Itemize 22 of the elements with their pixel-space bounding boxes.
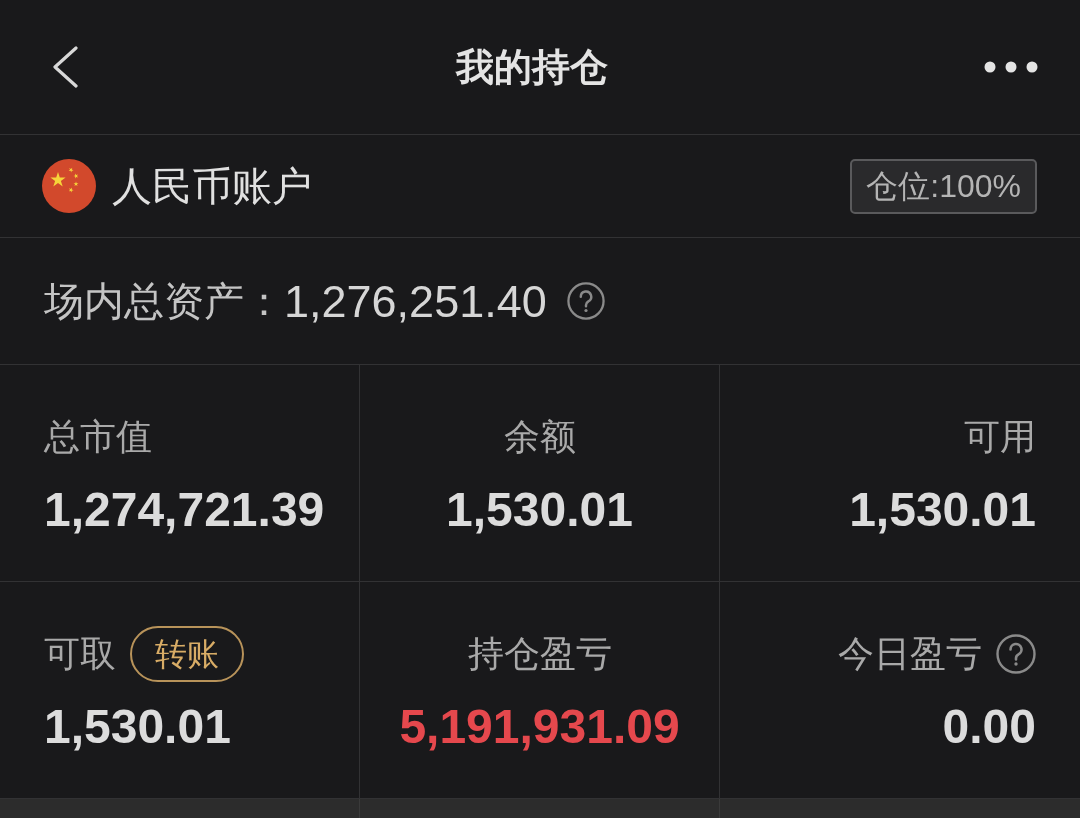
stat-label: 持仓盈亏 — [467, 636, 612, 672]
stat-value: 1,274,721.39 — [44, 482, 325, 538]
total-assets-value: 1,276,251.40 — [284, 278, 547, 324]
total-assets-label: 场内总资产： — [44, 281, 284, 321]
stat-label: 可取 — [44, 636, 116, 672]
stat-value: 1,530.01 — [44, 699, 231, 755]
more-icon[interactable] — [984, 61, 1038, 73]
help-icon[interactable] — [566, 282, 605, 320]
help-icon[interactable] — [996, 634, 1036, 674]
flag-icon — [42, 159, 96, 213]
position-badge: 仓位:100% — [850, 158, 1037, 214]
transfer-button[interactable]: 转账 — [130, 626, 244, 682]
page-title: 我的持仓 — [456, 48, 608, 86]
stat-value: 0.00 — [942, 699, 1036, 755]
stat-label: 总市值 — [44, 419, 152, 455]
stat-value: 5,191,931.09 — [399, 699, 680, 755]
stat-value: 1,530.01 — [446, 482, 633, 538]
stat-value: 1,530.01 — [849, 482, 1036, 538]
stat-label: 今日盈亏 — [838, 636, 982, 672]
stat-label: 余额 — [503, 419, 576, 455]
stat-label: 可用 — [964, 419, 1036, 455]
account-name: 人民币账户 — [112, 166, 312, 206]
